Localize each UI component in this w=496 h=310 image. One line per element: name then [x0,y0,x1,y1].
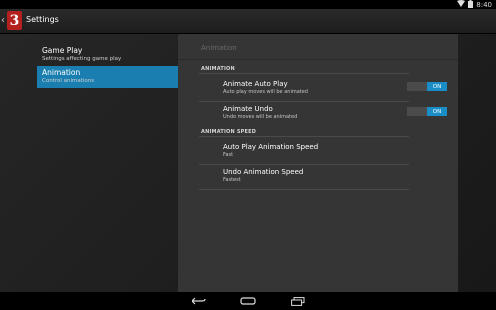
setting-sub: Undo moves will be animated [223,114,298,120]
animate-undo-toggle[interactable]: ON [407,107,447,116]
category-label: Game Play [42,46,83,55]
setting-label: Animate Undo [223,105,273,113]
settings-category-list: Game Play Settings affecting game play A… [37,44,178,88]
wifi-icon [457,0,466,9]
action-bar: ‹ 3 Settings [0,9,496,34]
setting-label: Auto Play Animation Speed [223,143,319,151]
home-icon[interactable] [240,295,256,307]
row-divider [199,101,409,102]
content-area: Game Play Settings affecting game play A… [0,34,496,292]
section-header-animation-speed: ANIMATION SPEED [201,129,257,135]
section-divider [199,136,409,137]
panel-title: Animation [201,44,237,52]
animation-settings-panel: Animation ANIMATION Animate Auto Play Au… [178,34,458,292]
setting-auto-play-speed[interactable]: Auto Play Animation Speed Fast [199,141,409,163]
clock: 8:40 [476,0,492,9]
category-sub: Settings affecting game play [42,56,122,62]
section-header-animation: ANIMATION [201,66,235,72]
status-bar: 8:40 [0,0,496,9]
category-label: Animation [42,68,81,77]
setting-undo-speed[interactable]: Undo Animation Speed Fastest [199,166,409,188]
chevron-left-icon[interactable]: ‹ [1,15,5,26]
status-icons: 8:40 [457,0,492,9]
section-divider [199,73,409,74]
row-divider [199,189,409,190]
setting-sub: Auto play moves will be animated [223,89,308,95]
setting-label: Undo Animation Speed [223,168,304,176]
toggle-on-label: ON [427,107,447,116]
toggle-track [407,82,427,91]
animate-auto-play-toggle[interactable]: ON [407,82,447,91]
setting-animate-undo[interactable]: Animate Undo Undo moves will be animated… [199,103,447,125]
setting-label: Animate Auto Play [223,80,288,88]
category-sub: Control animations [42,78,95,84]
page-title: Settings [26,15,59,24]
toggle-on-label: ON [427,82,447,91]
recent-apps-icon[interactable] [290,295,306,307]
category-game-play[interactable]: Game Play Settings affecting game play [37,44,178,66]
app-icon[interactable]: 3 [7,11,22,30]
category-animation[interactable]: Animation Control animations [37,66,178,88]
row-divider [199,164,409,165]
back-icon[interactable] [191,295,207,307]
setting-animate-auto-play[interactable]: Animate Auto Play Auto play moves will b… [199,78,447,100]
toggle-track [407,107,427,116]
divider [178,59,458,60]
navigation-bar [0,292,496,310]
setting-sub: Fastest [223,177,241,183]
setting-sub: Fast [223,152,234,158]
